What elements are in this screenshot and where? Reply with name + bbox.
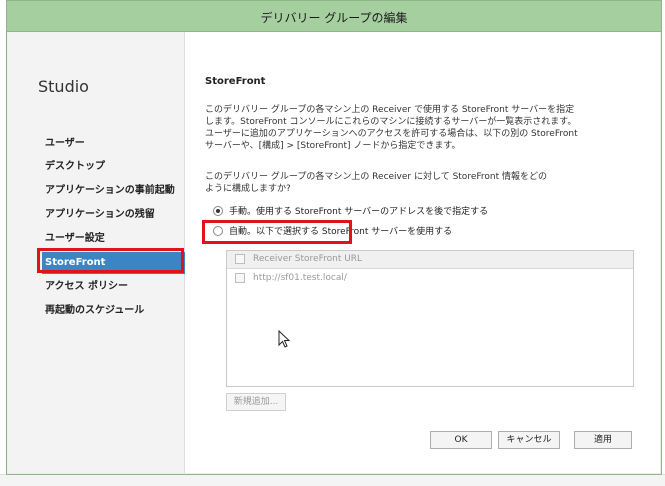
sidebar-item-restart-schedule[interactable]: 再起動のスケジュール: [45, 300, 185, 322]
url-checkbox[interactable]: [235, 273, 245, 283]
title-bar[interactable]: デリバリー グループの編集: [7, 1, 661, 32]
question-line: ように構成しますか?: [205, 184, 291, 194]
cancel-button[interactable]: キャンセル: [498, 431, 560, 449]
select-all-checkbox[interactable]: [235, 254, 245, 264]
ok-button[interactable]: OK: [430, 431, 492, 449]
list-header: Receiver StoreFront URL: [227, 251, 633, 269]
studio-heading: Studio: [38, 77, 89, 96]
mouse-cursor-icon: [278, 330, 291, 348]
question-line: このデリバリー グループの各マシン上の Receiver に対して StoreF…: [205, 172, 547, 182]
question-text: このデリバリー グループの各マシン上の Receiver に対して StoreF…: [205, 171, 547, 195]
apply-button[interactable]: 適用: [574, 431, 632, 449]
list-item[interactable]: http://sf01.test.local/: [235, 273, 347, 284]
description-line: します。StoreFront コンソールにこれらのマシンに接続するサーバーが一覧…: [205, 117, 577, 127]
description-text: このデリバリー グループの各マシン上の Receiver で使用する Store…: [205, 104, 578, 152]
screen: デリバリー グループの編集 Studio ユーザー デスクトップ アプリケーショ…: [0, 0, 665, 486]
annotation-box-automatic: [202, 220, 352, 244]
option-manual[interactable]: 手動。使用する StoreFront サーバーのアドレスを後で指定する: [213, 204, 488, 218]
background-window-strip: [0, 474, 665, 486]
sidebar-item-app-prelaunch[interactable]: アプリケーションの事前起動: [45, 180, 185, 202]
description-line: サーバーや、[構成] > [StoreFront] ノードから指定できます。: [205, 141, 461, 151]
sidebar-item-desktops[interactable]: デスクトップ: [45, 156, 185, 178]
list-header-cell: Receiver StoreFront URL: [235, 254, 362, 265]
add-new-button[interactable]: 新規追加...: [226, 393, 286, 411]
main-panel: StoreFront このデリバリー グループの各マシン上の Receiver …: [185, 32, 660, 473]
sidebar-item-users[interactable]: ユーザー: [45, 133, 185, 155]
radio-manual[interactable]: [213, 205, 223, 216]
annotation-box-storefront: [37, 248, 184, 273]
option-manual-label: 手動。使用する StoreFront サーバーのアドレスを後で指定する: [229, 207, 489, 217]
list-header-label: Receiver StoreFront URL: [253, 254, 363, 264]
storefront-url-list[interactable]: Receiver StoreFront URL http://sf01.test…: [226, 250, 634, 387]
sidebar-item-access-policy[interactable]: アクセス ポリシー: [45, 276, 185, 298]
description-line: このデリバリー グループの各マシン上の Receiver で使用する Store…: [205, 105, 575, 115]
sidebar-item-app-lingering[interactable]: アプリケーションの残留: [45, 204, 185, 226]
window-title: デリバリー グループの編集: [260, 11, 408, 25]
url-label: http://sf01.test.local/: [253, 273, 347, 283]
page-title: StoreFront: [205, 76, 266, 87]
description-line: ユーザーに追加のアプリケーションへのアクセスを許可する場合は、以下の別の Sto…: [205, 129, 578, 139]
sidebar-item-user-settings[interactable]: ユーザー設定: [45, 228, 185, 250]
